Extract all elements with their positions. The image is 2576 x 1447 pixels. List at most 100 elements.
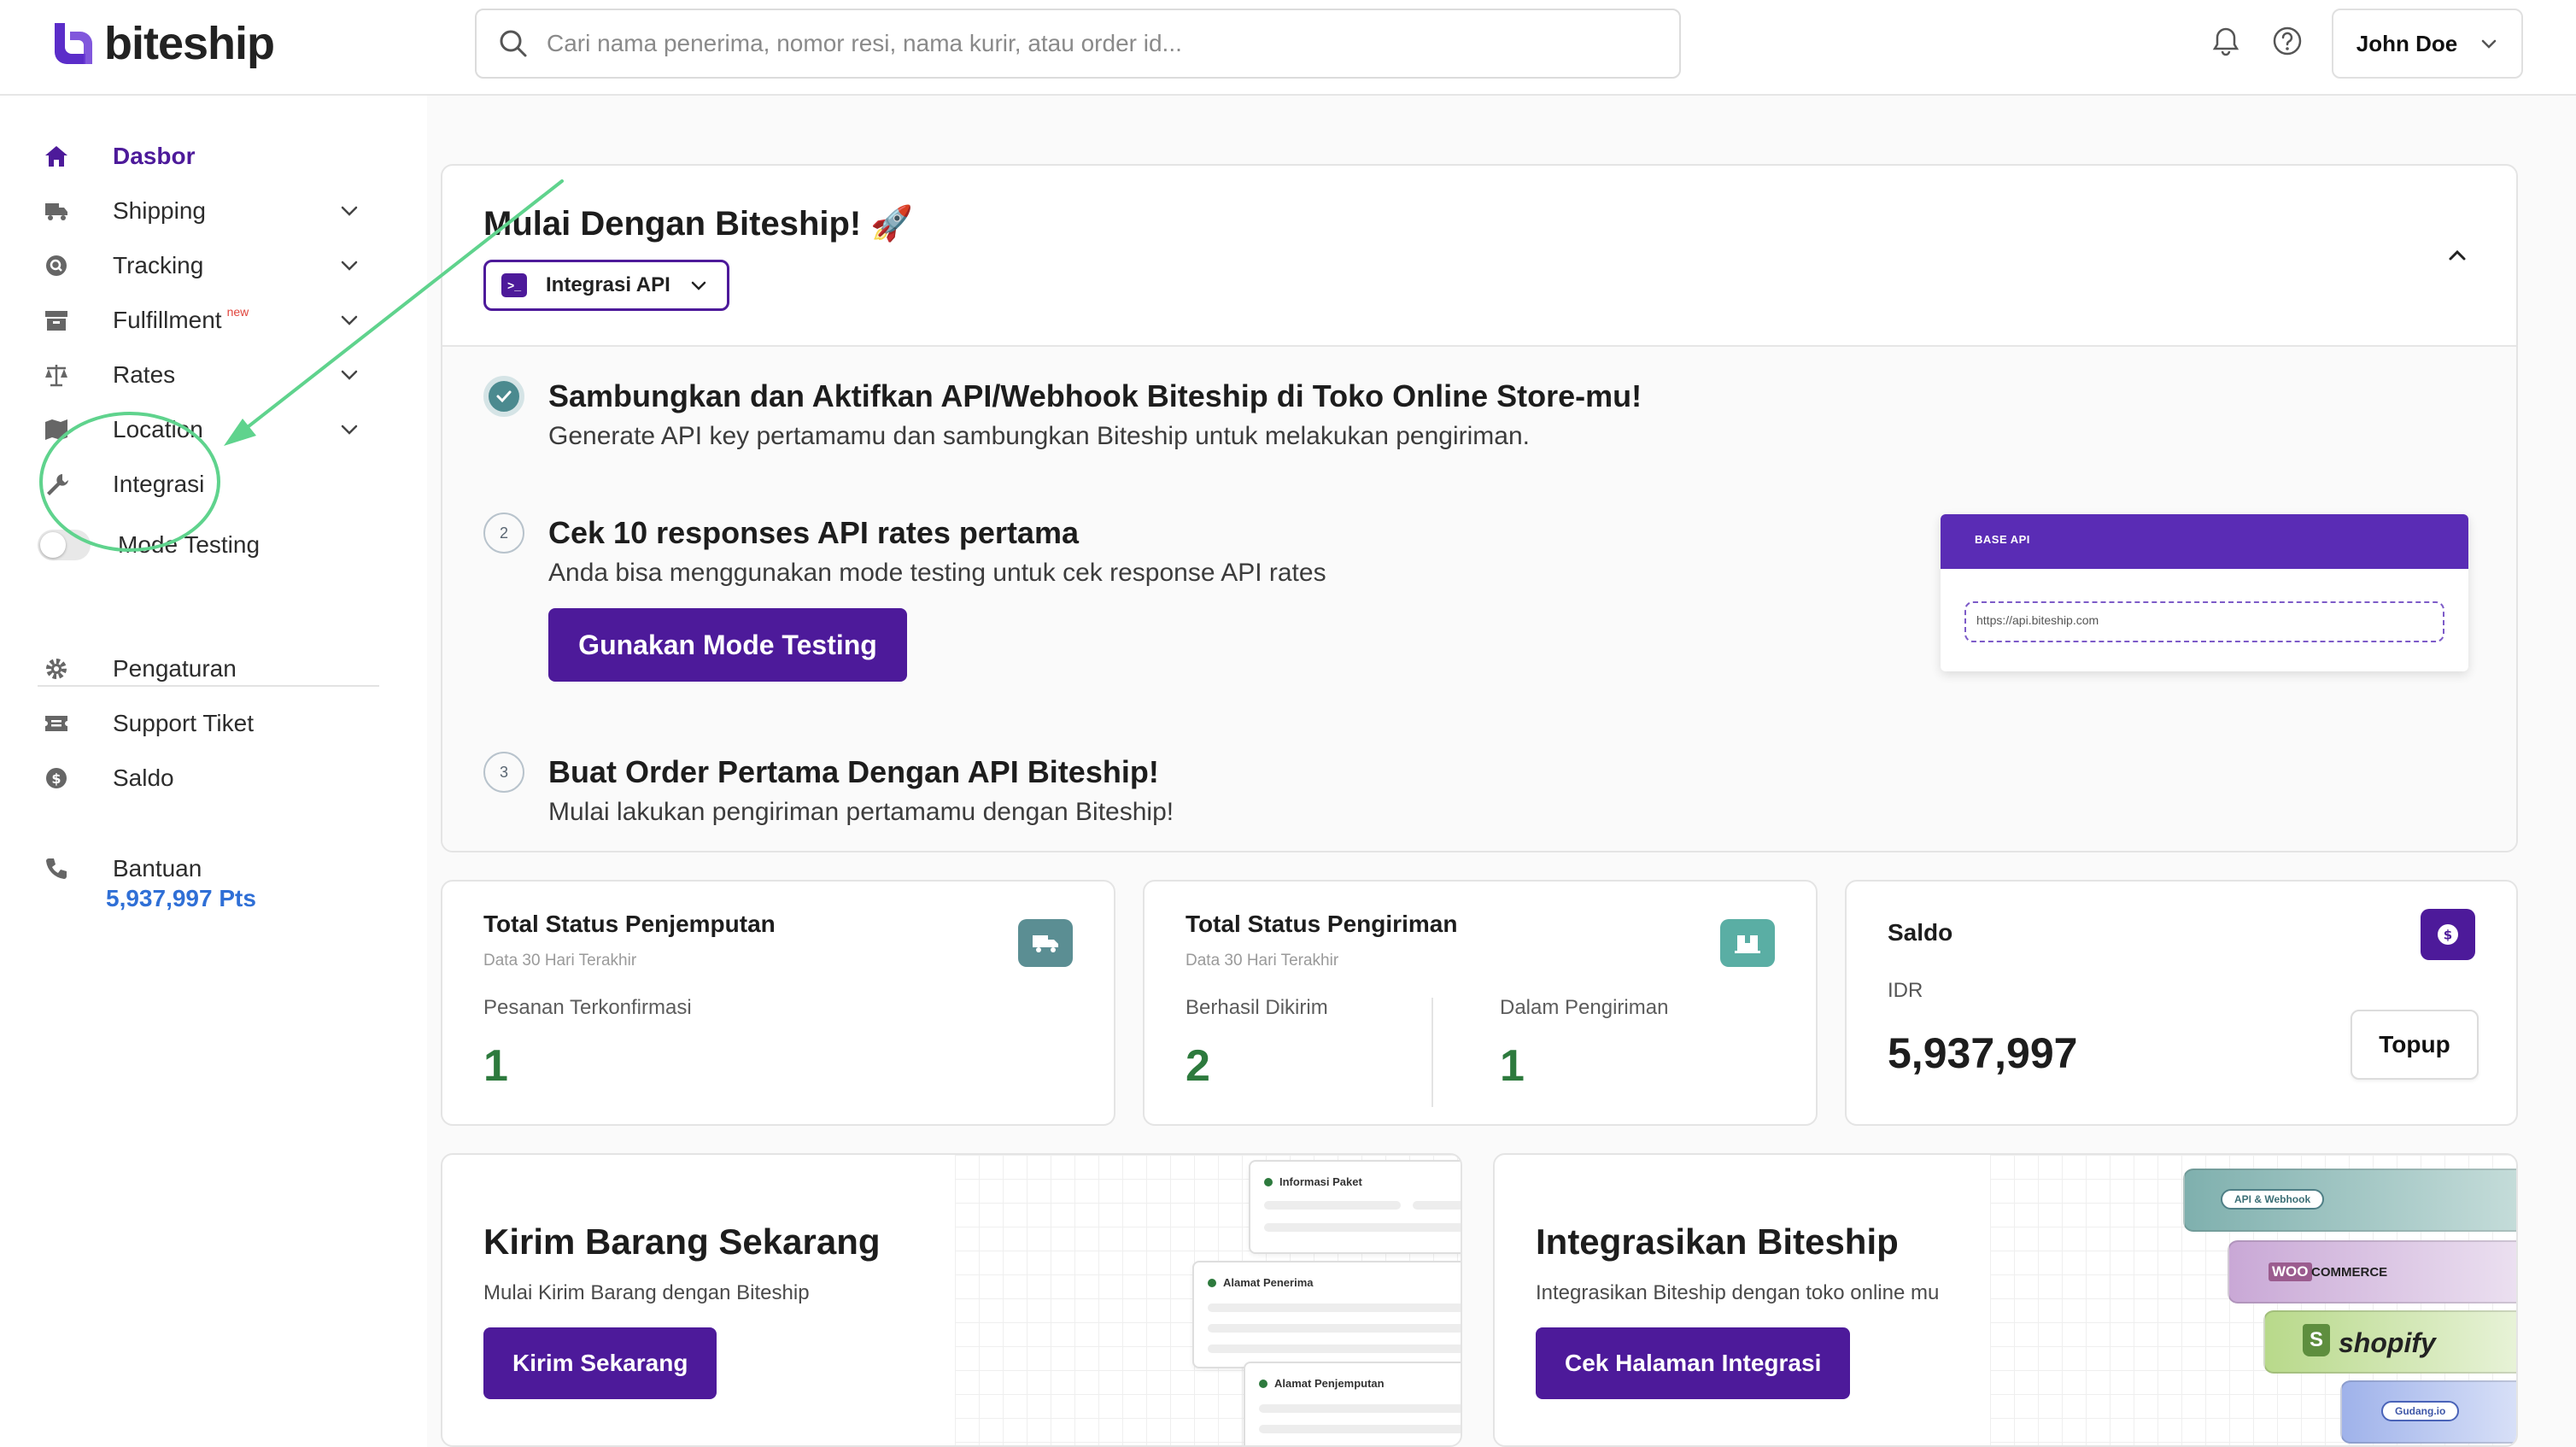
gudang-label: Gudang.io — [2381, 1401, 2460, 1421]
stat-value: 2 — [1186, 1041, 1210, 1091]
help-icon[interactable] — [2270, 24, 2304, 58]
sidebar-item-label: Saldo — [113, 765, 174, 791]
sidebar-item-label: Tracking — [113, 252, 204, 278]
placeholder-bar — [1259, 1425, 1461, 1433]
integration-page-button[interactable]: Cek Halaman Integrasi — [1536, 1327, 1851, 1399]
onboarding-step-3: 3 Buat Order Pertama Dengan API Biteship… — [483, 752, 1174, 827]
integration-card: Integrasikan Biteship Integrasikan Bites… — [1493, 1153, 2518, 1447]
api-webhook-label: API & Webhook — [2221, 1189, 2325, 1210]
mini-card-title: Alamat Penerima — [1208, 1276, 1314, 1289]
stat-title: Total Status Pengiriman — [1186, 911, 1458, 937]
bell-icon[interactable] — [2209, 24, 2243, 58]
step-number: 2 — [483, 513, 524, 554]
user-name: John Doe — [2356, 30, 2458, 56]
send-now-card: Kirim Barang Sekarang Mulai Kirim Barang… — [441, 1153, 1462, 1447]
integration-type-select[interactable]: >_ Integrasi API — [483, 260, 729, 311]
step-title: Buat Order Pertama Dengan API Biteship! — [548, 754, 1159, 789]
svg-text:$: $ — [2444, 928, 2452, 943]
onboarding-steps: Sambungkan dan Aktifkan API/Webhook Bite… — [442, 347, 2516, 851]
sidebar-item-location[interactable]: Location — [38, 410, 362, 449]
search-icon — [500, 30, 527, 57]
sidebar-item-dasbor[interactable]: Dasbor — [38, 137, 362, 176]
sidebar-item-shipping[interactable]: Shipping — [38, 191, 362, 231]
terminal-icon: >_ — [501, 273, 527, 297]
top-bar: biteship Cari nama penerima, nomor resi,… — [0, 0, 2576, 96]
step-description: Mulai lakukan pengiriman pertamamu denga… — [548, 798, 1174, 826]
sidebar-item-rates[interactable]: Rates — [38, 355, 362, 395]
search-location-icon — [38, 251, 75, 280]
chevron-down-icon — [341, 315, 358, 325]
sidebar-item-label: Support Tiket — [113, 710, 254, 736]
chevron-down-icon — [2481, 39, 2497, 49]
topup-button[interactable]: Topup — [2351, 1010, 2479, 1080]
dollar-circle-icon: $ — [38, 764, 75, 793]
promo-description: Integrasikan Biteship dengan toko online… — [1536, 1281, 1940, 1304]
home-icon — [38, 142, 75, 171]
wrench-icon — [38, 470, 75, 499]
gudang-tile: Gudang.io — [2340, 1380, 2516, 1444]
pickup-truck-icon — [1018, 919, 1073, 967]
map-icon — [38, 415, 75, 444]
sidebar-item-bantuan[interactable]: Bantuan — [38, 849, 362, 888]
stat-subtitle: Data 30 Hari Terakhir — [1186, 952, 1339, 970]
search-input[interactable]: Cari nama penerima, nomor resi, nama kur… — [547, 30, 1182, 57]
mini-card-recipient-address: Alamat Penerima — [1192, 1261, 1461, 1368]
chevron-up-icon[interactable] — [2443, 241, 2472, 270]
sidebar-item-pengaturan[interactable]: Pengaturan — [38, 649, 362, 688]
user-menu-button[interactable]: John Doe — [2332, 9, 2523, 79]
step-description: Anda bisa menggunakan mode testing untuk… — [548, 559, 1326, 587]
step-title: Cek 10 responses API rates pertama — [548, 515, 1079, 550]
sidebar-item-saldo[interactable]: $ Saldo — [38, 759, 362, 798]
sidebar-item-label: Bantuan — [113, 855, 202, 882]
sidebar-item-tracking[interactable]: Tracking — [38, 246, 362, 285]
shopify-logo-text: shopify — [2339, 1327, 2436, 1358]
sidebar-item-mode-testing[interactable]: Mode Testing — [38, 525, 362, 565]
chevron-down-icon — [341, 206, 358, 216]
mini-card-package-info: Informasi Paket — [1249, 1160, 1461, 1254]
stat-label: Dalam Pengiriman — [1500, 996, 1669, 1019]
box-icon — [38, 306, 75, 335]
stat-value: 1 — [483, 1041, 508, 1091]
biteship-logo-text: biteship — [104, 18, 275, 69]
use-testing-mode-button[interactable]: Gunakan Mode Testing — [548, 608, 907, 682]
onboarding-step-2: 2 Cek 10 responses API rates pertama And… — [483, 513, 1326, 682]
balance-value: 5,937,997 — [1888, 1029, 2078, 1077]
sidebar-item-support-tiket[interactable]: Support Tiket — [38, 704, 362, 743]
mini-card-title: Alamat Penjemputan — [1259, 1377, 1385, 1390]
gear-icon — [38, 654, 75, 683]
chevron-down-icon — [341, 425, 358, 435]
step-description: Generate API key pertamamu dan sambungka… — [548, 422, 1530, 450]
base-api-label: BASE API — [1941, 514, 2468, 569]
api-webhook-tile: API & Webhook — [2183, 1169, 2516, 1232]
sidebar-item-label: Mode Testing — [118, 531, 261, 558]
mini-card-pickup-address: Alamat Penjemputan — [1244, 1362, 1461, 1445]
truck-icon — [38, 196, 75, 226]
placeholder-bar — [1264, 1223, 1461, 1232]
onboarding-step-1: Sambungkan dan Aktifkan API/Webhook Bite… — [483, 376, 1642, 451]
send-now-button[interactable]: Kirim Sekarang — [483, 1327, 717, 1399]
sidebar-item-label: Dasbor — [113, 143, 196, 169]
biteship-logo-icon — [55, 23, 92, 64]
svg-text:$: $ — [51, 770, 61, 787]
woocommerce-logo-woo: WOO — [2269, 1262, 2312, 1281]
sidebar-item-integrasi[interactable]: Integrasi — [38, 465, 362, 504]
stat-value: 1 — [1500, 1041, 1525, 1091]
dollar-circle-icon: $ — [2421, 909, 2475, 960]
points-balance: 5,937,997 Pts — [106, 885, 256, 911]
pickup-status-card: Total Status Penjemputan Data 30 Hari Te… — [441, 880, 1115, 1126]
stat-divider — [1431, 998, 1433, 1107]
placeholder-bar — [1208, 1303, 1461, 1312]
chevron-down-icon — [341, 261, 358, 271]
step-number: 3 — [483, 752, 524, 793]
mode-testing-toggle[interactable] — [38, 530, 91, 560]
search-bar[interactable]: Cari nama penerima, nomor resi, nama kur… — [475, 9, 1681, 79]
sidebar: Dasbor Shipping Tracking Fulfillment new … — [0, 96, 427, 1447]
placeholder-bar — [1259, 1404, 1461, 1413]
onboarding-card: Mulai Dengan Biteship! 🚀 >_ Integrasi AP… — [441, 164, 2518, 852]
sidebar-item-label: Pengaturan — [113, 655, 237, 682]
biteship-logo[interactable]: biteship — [51, 17, 275, 70]
balance-currency: IDR — [1888, 979, 1923, 1002]
placeholder-bar — [1208, 1344, 1461, 1353]
stat-label: Berhasil Dikirim — [1186, 996, 1328, 1019]
sidebar-item-fulfillment[interactable]: Fulfillment new — [38, 301, 362, 340]
